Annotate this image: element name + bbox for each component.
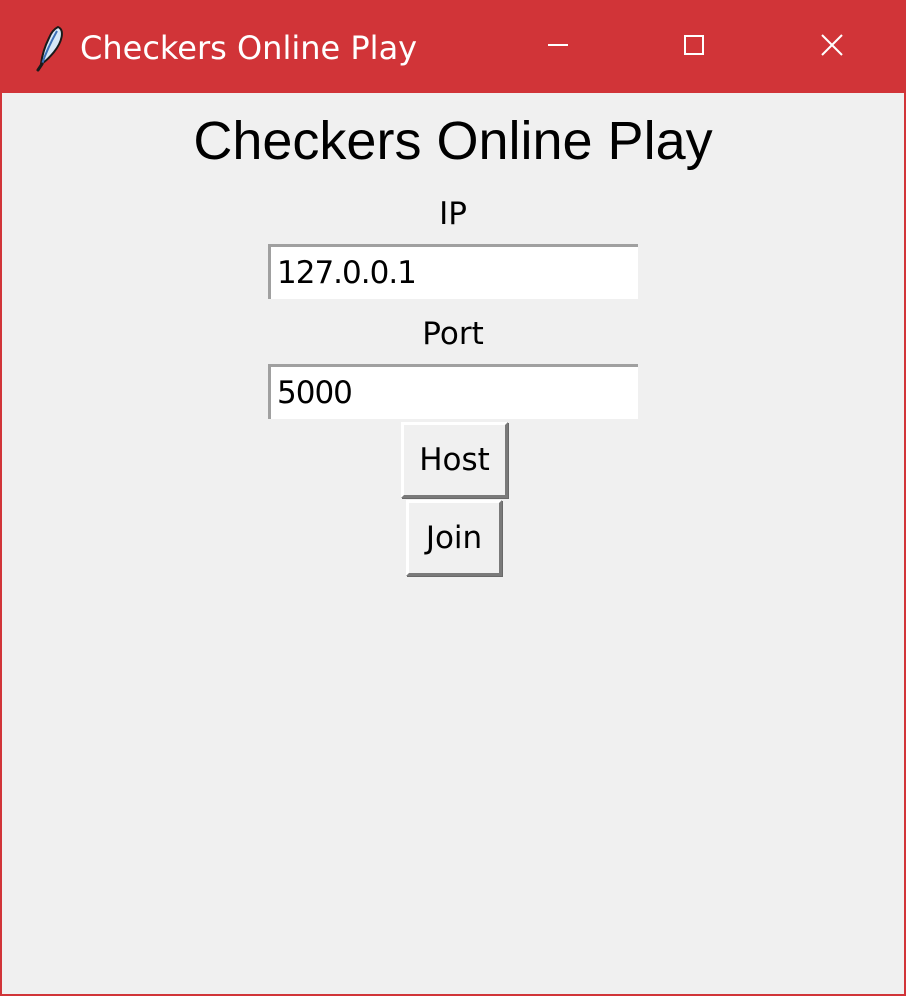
ip-field[interactable] [268, 244, 638, 299]
close-icon [820, 33, 844, 62]
join-button[interactable]: Join [406, 500, 502, 576]
port-field[interactable] [268, 364, 638, 419]
close-button[interactable] [764, 2, 900, 93]
minimize-icon [546, 33, 570, 62]
page-title: Checkers Online Play [193, 111, 713, 171]
app-window: Checkers Online Play Checkers Online Pla… [0, 0, 906, 996]
maximize-icon [682, 33, 706, 62]
title-bar[interactable]: Checkers Online Play [2, 2, 904, 93]
feather-icon [32, 24, 66, 72]
port-label: Port [422, 316, 484, 352]
main-content: Checkers Online Play IP Port Host Join [2, 93, 904, 994]
maximize-button[interactable] [626, 2, 762, 93]
ip-label: IP [439, 196, 467, 232]
minimize-button[interactable] [490, 2, 626, 93]
window-title: Checkers Online Play [80, 29, 418, 67]
host-button[interactable]: Host [401, 422, 508, 498]
